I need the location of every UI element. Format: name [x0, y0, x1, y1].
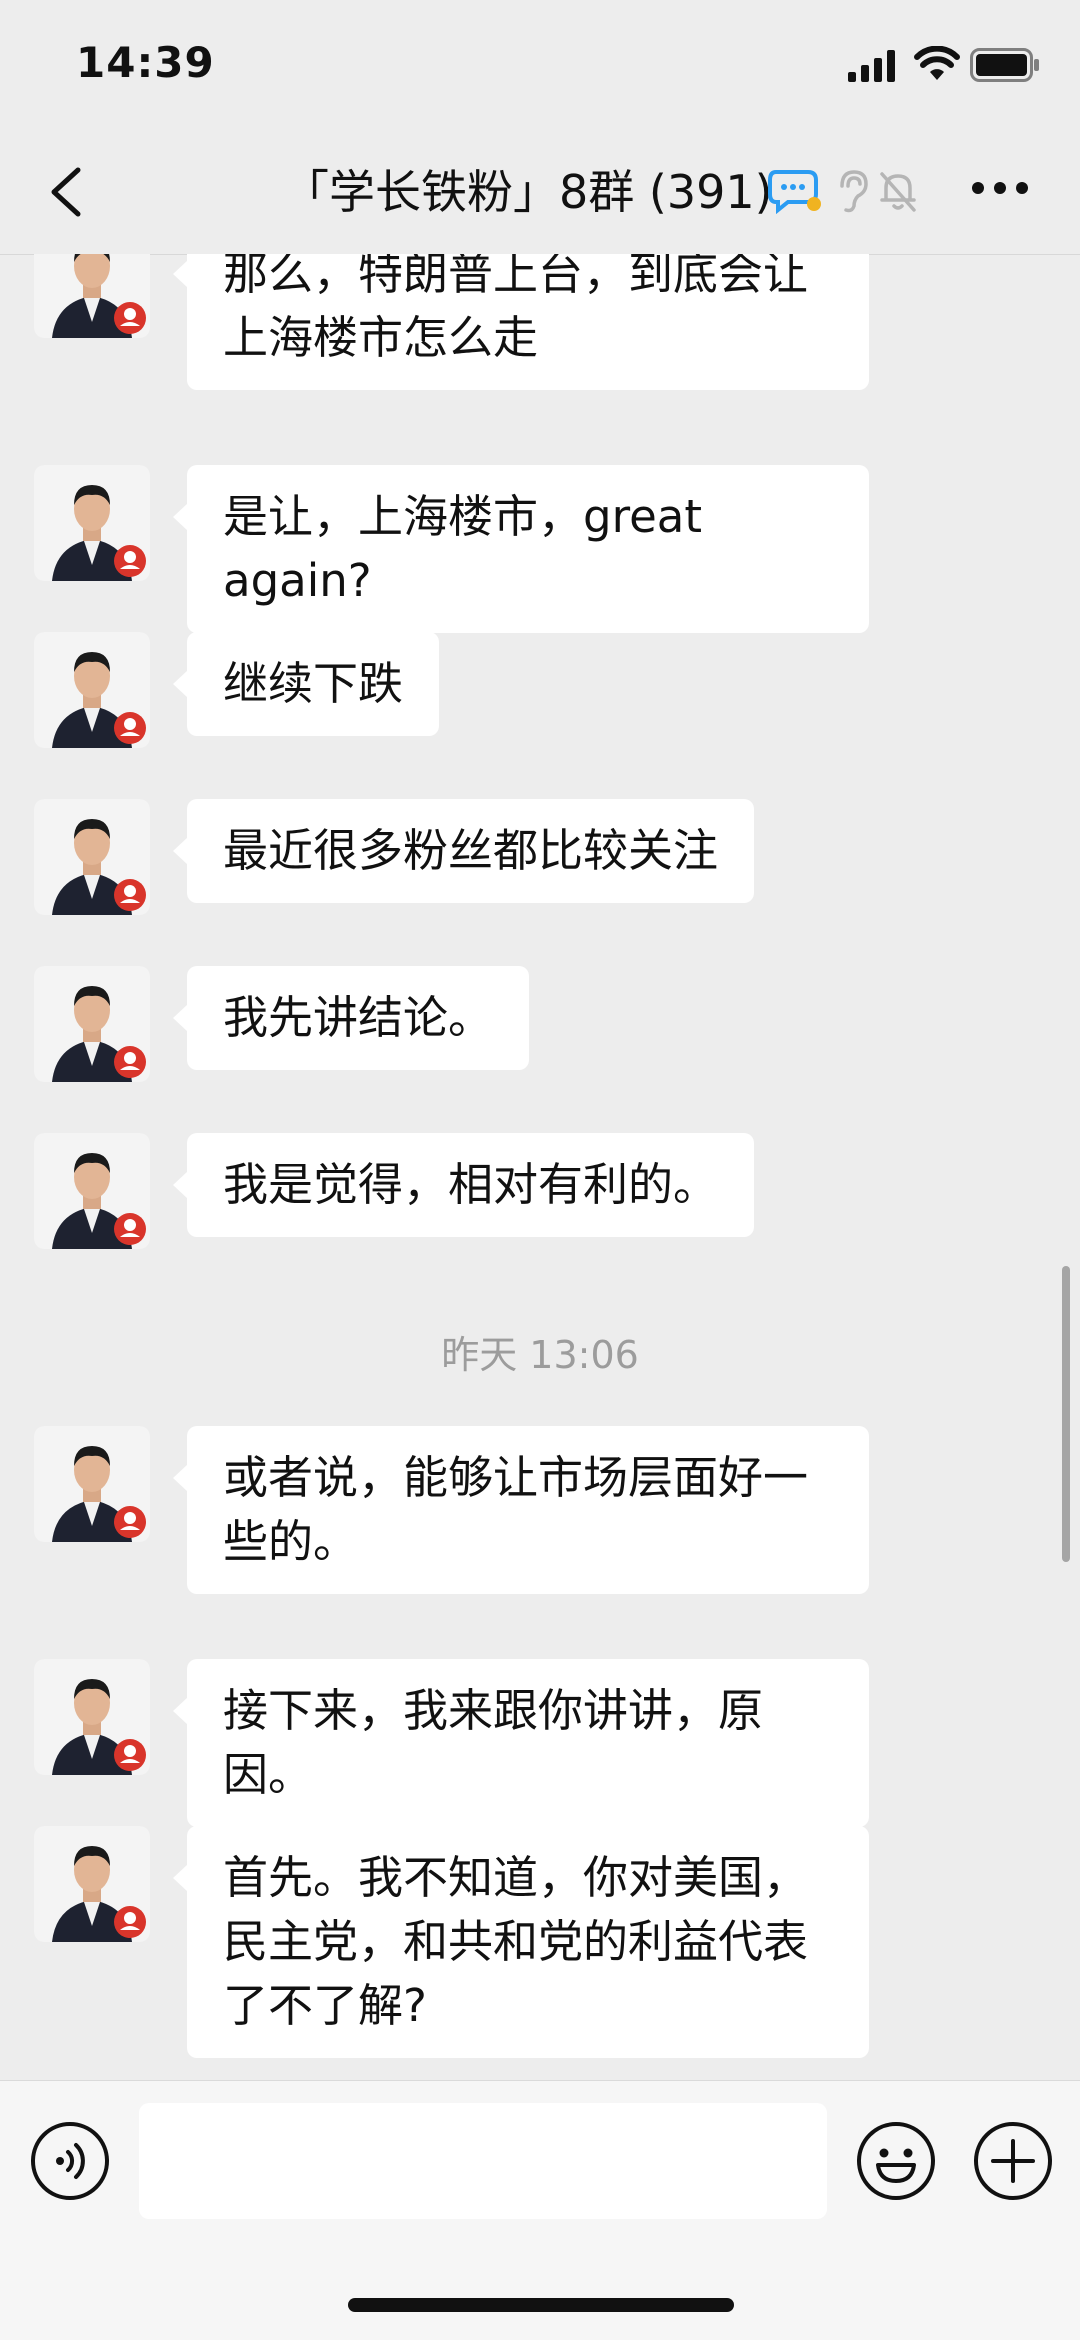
cellular-signal-icon — [848, 50, 895, 82]
avatar[interactable] — [34, 1659, 150, 1775]
home-indicator[interactable] — [348, 2298, 734, 2312]
message-bubble[interactable]: 我先讲结论。 — [172, 966, 530, 1070]
person-avatar-icon — [34, 799, 150, 915]
avatar[interactable] — [34, 254, 150, 338]
avatar[interactable] — [34, 799, 150, 915]
message-bubble[interactable]: 我是觉得，相对有利的。 — [172, 1133, 755, 1237]
person-avatar-icon — [34, 1659, 150, 1775]
message-list[interactable]: 那么，特朗普上台，到底会让上海楼市怎么走 是让，上海楼市，great again… — [0, 254, 1080, 2080]
status-bar: 14:39 — [0, 0, 1080, 132]
plus-icon[interactable] — [973, 2121, 1053, 2201]
message-bubble[interactable]: 继续下跌 — [172, 632, 440, 736]
voice-icon[interactable] — [30, 2121, 110, 2201]
back-icon[interactable] — [40, 162, 100, 222]
message-bubble[interactable]: 接下来，我来跟你讲讲，原因。 — [173, 1659, 869, 1827]
person-avatar-icon — [34, 254, 150, 338]
avatar[interactable] — [34, 632, 150, 748]
scrollbar[interactable] — [1062, 1266, 1070, 1562]
chat-bubble-icon — [768, 170, 821, 214]
chat-header: 「学长铁粉」8群 (391) — [0, 132, 1080, 255]
message-bubble[interactable]: 首先。我不知道，你对美国，民主党，和共和党的利益代表了不了解? — [173, 1826, 869, 2058]
person-avatar-icon — [34, 1826, 150, 1942]
mute-bell-icon — [880, 172, 916, 212]
timestamp: 昨天 13:06 — [441, 1333, 639, 1377]
avatar[interactable] — [34, 1826, 150, 1942]
message-bubble[interactable]: 是让，上海楼市，great again? — [173, 465, 869, 633]
avatar[interactable] — [34, 1133, 150, 1249]
message-bubble[interactable]: 那么，特朗普上台，到底会让上海楼市怎么走 — [173, 254, 869, 390]
message-bubble[interactable]: 最近很多粉丝都比较关注 — [172, 799, 755, 903]
wifi-icon — [914, 46, 960, 80]
person-avatar-icon — [34, 632, 150, 748]
avatar[interactable] — [34, 1426, 150, 1542]
group-title[interactable]: 「学长铁粉」8群 (391) — [283, 162, 773, 222]
person-avatar-icon — [34, 1133, 150, 1249]
status-time: 14:39 — [76, 38, 215, 87]
person-avatar-icon — [34, 465, 150, 581]
avatar[interactable] — [34, 966, 150, 1082]
ear-icon — [840, 170, 868, 213]
message-input[interactable] — [139, 2103, 827, 2219]
person-avatar-icon — [34, 1426, 150, 1542]
battery-icon — [970, 48, 1039, 82]
more-icon[interactable] — [970, 180, 1030, 196]
avatar[interactable] — [34, 465, 150, 581]
message-bubble[interactable]: 或者说，能够让市场层面好一些的。 — [173, 1426, 869, 1594]
emoji-icon[interactable] — [856, 2121, 936, 2201]
person-avatar-icon — [34, 966, 150, 1082]
